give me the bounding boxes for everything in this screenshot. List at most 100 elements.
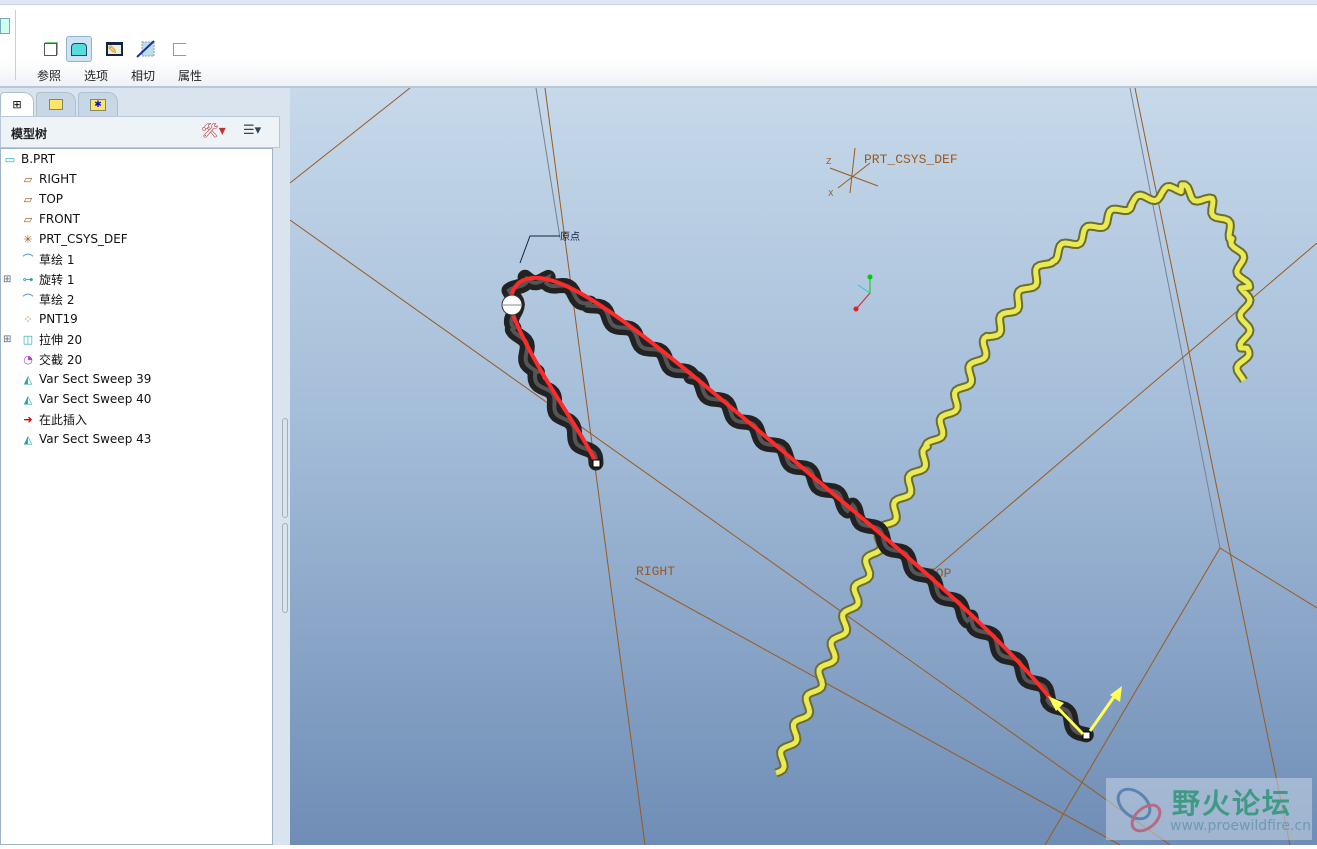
model-tree-header: 模型树 🛠▾ ☰▾ xyxy=(0,116,280,148)
tree-item[interactable]: ✳ PRT_CSYS_DEF xyxy=(19,229,127,249)
tree-item[interactable]: ⁘ PNT19 xyxy=(19,309,78,329)
favorites-tab[interactable]: ✱ xyxy=(78,92,118,116)
right-plane-label: RIGHT xyxy=(636,564,675,579)
tree-item-label: RIGHT xyxy=(39,172,77,186)
tangent-label: 相切 xyxy=(131,69,156,83)
tree-item[interactable]: ⊞ ◫ 拉伸 20 xyxy=(3,329,83,349)
tree-item[interactable]: ➜ 在此插入 xyxy=(19,409,87,429)
tangent-button-2[interactable] xyxy=(133,36,159,62)
variable-section-preview-fill xyxy=(775,182,1253,776)
tree-item[interactable]: ▱ RIGHT xyxy=(19,169,77,189)
tree-item[interactable]: ▭ B.PRT xyxy=(1,149,55,169)
model-tree: ▭ B.PRT ▱ RIGHT ▱ TOP ▱ FRONT ✳ PRT_CSYS_DEF ⌒ 草绘 1… xyxy=(0,148,273,845)
sweep-icon: ◭ xyxy=(23,392,33,406)
reference-label: 参照 xyxy=(37,69,62,83)
tangent-plane-icon xyxy=(136,40,155,58)
tree-item-label: Var Sect Sweep 40 xyxy=(39,392,152,406)
watermark-logo-icon xyxy=(1116,787,1162,833)
variable-section-preview xyxy=(774,180,1255,778)
properties-label: 属性 xyxy=(178,69,203,83)
part-icon: ▭ xyxy=(4,152,16,166)
settings-tools-icon[interactable]: 🛠▾ xyxy=(201,123,226,139)
divider xyxy=(15,10,16,80)
tree-item-label: 草绘 2 xyxy=(39,292,75,307)
tree-item-label: TOP xyxy=(39,192,64,206)
insert-here-arrow-icon: ➜ xyxy=(23,412,33,426)
top-strip xyxy=(0,0,1317,5)
model-tree-title: 模型树 xyxy=(11,127,48,141)
folders-icon xyxy=(49,99,63,110)
tree-item[interactable]: ⊞ ⊶ 旋转 1 xyxy=(3,269,75,289)
datum-point-icon: ⁘ xyxy=(23,312,33,326)
tree-item-label: 旋转 1 xyxy=(39,272,75,287)
tree-item[interactable]: ◔ 交截 20 xyxy=(19,349,82,369)
view-triad-icon xyxy=(853,274,873,312)
intersect-icon: ◔ xyxy=(23,352,33,366)
splitter-handle-2[interactable] xyxy=(282,523,288,613)
end-point-marker-2[interactable] xyxy=(1082,731,1091,740)
tree-item[interactable]: ▱ TOP xyxy=(19,189,63,209)
expand-icon[interactable]: ⊞ xyxy=(3,274,11,285)
tree-item-label: 在此插入 xyxy=(39,412,88,427)
tree-item[interactable]: ◭ Var Sect Sweep 39 xyxy=(19,369,152,389)
options-button[interactable] xyxy=(66,36,92,62)
tree-item[interactable]: ⌒ 草绘 1 xyxy=(19,249,75,269)
tree-item-label: 草绘 1 xyxy=(39,252,75,267)
end-point-marker[interactable] xyxy=(592,459,601,468)
datum-plane-icon: ▱ xyxy=(23,192,33,206)
tree-item[interactable]: ◭ Var Sect Sweep 43 xyxy=(19,429,152,449)
datum-plane-icon: ▱ xyxy=(23,212,33,226)
right-plane-bottom xyxy=(634,577,1121,846)
panel-splitter[interactable] xyxy=(280,88,290,845)
favorites-folder-icon: ✱ xyxy=(90,98,106,111)
sweep-geometry-highlight xyxy=(506,273,1089,737)
tree-item[interactable]: ▱ FRONT xyxy=(19,209,80,229)
tangent-icon: ✎ xyxy=(105,42,123,56)
sketch-icon: ⌒ xyxy=(22,253,34,266)
model-tree-tab[interactable]: ⊞ xyxy=(0,92,34,116)
sketch-icon: ⌒ xyxy=(22,293,34,306)
navigator-panel: ⊞ ✱ 模型树 🛠▾ ☰▾ ▭ B.PRT ▱ RIGHT ▱ TOP ▱ FRONT ✳ PRT… xyxy=(0,88,290,845)
show-menu-icon[interactable]: ☰▾ xyxy=(243,123,261,138)
dashboard-toolbar: ✎ 参照 选项 相切 属性 xyxy=(0,0,1317,88)
tree-item-label: Var Sect Sweep 43 xyxy=(39,432,152,446)
extrude-icon: ◫ xyxy=(22,332,34,346)
tangent-button[interactable]: ✎ xyxy=(101,36,127,62)
tree-item-label: 拉伸 20 xyxy=(39,332,83,347)
csys-z-label: Z xyxy=(826,157,832,166)
datum-plane-icon: ▱ xyxy=(23,172,33,186)
tree-item[interactable]: ◭ Var Sect Sweep 40 xyxy=(19,389,152,409)
top-plane-edge-2 xyxy=(1129,87,1221,549)
sweep-geometry xyxy=(501,269,1094,743)
tree-item-label: FRONT xyxy=(39,212,80,226)
csys-icon: ✳ xyxy=(23,232,33,246)
tree-item-label: Var Sect Sweep 39 xyxy=(39,372,152,386)
options-label: 选项 xyxy=(84,69,109,83)
properties-button[interactable] xyxy=(166,36,192,62)
options-icon xyxy=(71,42,87,56)
top-plane-diagonal xyxy=(929,242,1317,574)
reference-button[interactable] xyxy=(37,36,63,62)
expand-icon[interactable]: ⊞ xyxy=(3,334,11,345)
direction-arrow-2[interactable] xyxy=(1088,693,1118,732)
tree-item[interactable]: ⌒ 草绘 2 xyxy=(19,289,75,309)
top-plane-side xyxy=(1219,547,1317,609)
watermark-name: 野火论坛 xyxy=(1172,787,1293,820)
model-tree-icon: ⊞ xyxy=(12,98,22,111)
splitter-handle[interactable] xyxy=(282,418,288,518)
trajectory-curve[interactable] xyxy=(509,275,1052,700)
front-plane-edge-2 xyxy=(289,87,411,184)
front-plane-edge xyxy=(289,219,1171,846)
tree-item-label: B.PRT xyxy=(21,152,56,166)
reference-icon xyxy=(43,42,57,56)
watermark: 野火论坛 www.proewildfire.cn xyxy=(1106,778,1312,840)
origin-leader xyxy=(519,235,560,264)
csys-label: PRT_CSYS_DEF xyxy=(864,152,958,167)
graphics-viewport[interactable]: RIGHT TOP Z X PRT_CSYS_DEF 原点 xyxy=(289,87,1317,846)
watermark-url: www.proewildfire.cn xyxy=(1170,818,1312,834)
tree-item-label: PNT19 xyxy=(39,312,78,326)
properties-icon xyxy=(172,42,186,56)
partial-icon xyxy=(0,18,10,34)
folder-browser-tab[interactable] xyxy=(36,92,76,116)
model-graphics[interactable]: RIGHT TOP Z X PRT_CSYS_DEF 原点 xyxy=(289,87,1317,846)
